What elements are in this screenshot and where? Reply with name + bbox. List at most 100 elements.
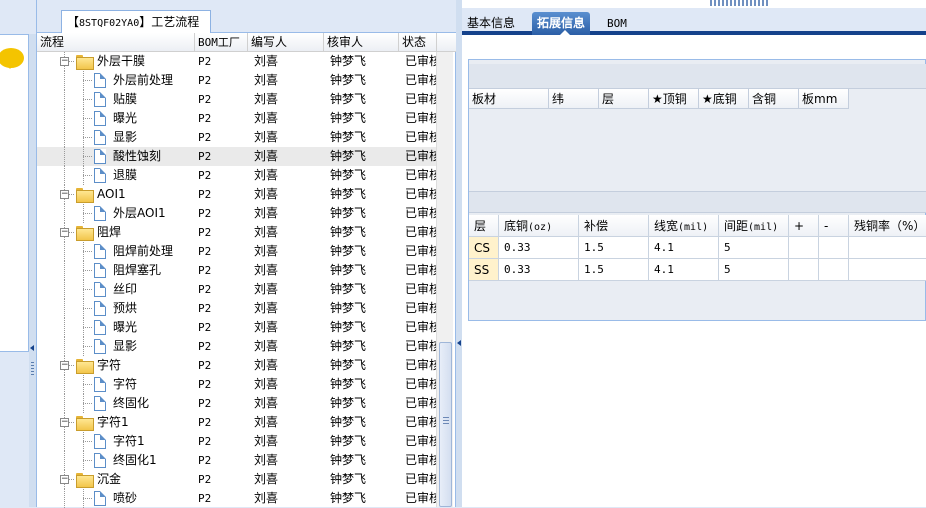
board-col-thickness[interactable]: 板mm	[799, 89, 849, 109]
copper-cell[interactable]: CS	[469, 237, 499, 259]
col-header-reviewer[interactable]: 核审人	[324, 33, 399, 52]
copper-cell[interactable]	[819, 259, 849, 281]
tree-vertical-scrollbar[interactable]	[436, 52, 453, 507]
tree-cell-flow: 显影	[113, 130, 138, 144]
tree-row[interactable]: 显影 P2 刘喜 钟梦飞 已审核	[37, 128, 437, 147]
board-col-bottom-copper[interactable]: ★底铜	[699, 89, 749, 109]
collapse-right-arrow-icon[interactable]	[457, 340, 461, 346]
tree-cell-writer: 刘喜	[254, 358, 279, 372]
copper-cell[interactable]	[849, 259, 926, 281]
collapse-left-arrow-icon[interactable]	[30, 345, 34, 351]
tree-row[interactable]: 外层AOI1 P2 刘喜 钟梦飞 已审核	[37, 204, 437, 223]
tree-row[interactable]: 预烘 P2 刘喜 钟梦飞 已审核	[37, 299, 437, 318]
tree-cell-status: 已审核	[405, 206, 436, 220]
copper-cell[interactable]: 4.1	[649, 259, 719, 281]
tree-cell-status: 已审核	[405, 130, 436, 144]
tree-cell-bom-factory: P2	[198, 454, 212, 467]
copper-col-line-width-header[interactable]: 线宽(mil)	[649, 215, 719, 237]
col-header-bom-factory[interactable]: BOM工厂	[195, 33, 248, 52]
tree-row[interactable]: − 字符 P2 刘喜 钟梦飞 已审核	[37, 356, 437, 375]
left-splitter[interactable]	[29, 34, 36, 507]
collapse-toggle-icon[interactable]: −	[60, 475, 69, 484]
copper-col-layer-header[interactable]: 层	[469, 215, 499, 237]
col-header-status[interactable]: 状态	[399, 33, 437, 52]
tree-connector-line	[83, 346, 92, 347]
tree-row[interactable]: 字符 P2 刘喜 钟梦飞 已审核	[37, 375, 437, 394]
tree-cell-status: 已审核	[405, 377, 436, 391]
copper-cell[interactable]: 5	[719, 259, 789, 281]
copper-col-compensation-header[interactable]: 补偿	[579, 215, 649, 237]
board-col-layer[interactable]: 层	[599, 89, 649, 109]
tree-row[interactable]: 字符1 P2 刘喜 钟梦飞 已审核	[37, 432, 437, 451]
tree-row[interactable]: − 沉金 P2 刘喜 钟梦飞 已审核	[37, 470, 437, 489]
copper-cell[interactable]	[789, 237, 819, 259]
copper-cell[interactable]	[789, 259, 819, 281]
tree-cell-writer: 刘喜	[254, 149, 279, 163]
top-resize-handle-icon[interactable]	[710, 0, 770, 6]
collapse-toggle-icon[interactable]: −	[60, 418, 69, 427]
tab-extended-info[interactable]: 拓展信息	[532, 12, 591, 35]
copper-cell[interactable]: SS	[469, 259, 499, 281]
tree-cell-bom-factory: P2	[198, 359, 212, 372]
tree-row[interactable]: 外层前处理 P2 刘喜 钟梦飞 已审核	[37, 71, 437, 90]
copper-col-base-oz-header[interactable]: 底铜(oz)	[499, 215, 579, 237]
board-grid: 板材 纬 层 ★顶铜 ★底铜 含铜 板mm	[469, 89, 926, 191]
splitter-grip-icon[interactable]	[31, 362, 34, 376]
tree-row[interactable]: 曝光 P2 刘喜 钟梦飞 已审核	[37, 109, 437, 128]
collapse-toggle-icon[interactable]: −	[60, 190, 69, 199]
board-col-weft[interactable]: 纬	[549, 89, 599, 109]
copper-cell[interactable]: 0.33	[499, 237, 579, 259]
tree-row[interactable]: 阻焊塞孔 P2 刘喜 钟梦飞 已审核	[37, 261, 437, 280]
copper-cell[interactable]: 1.5	[579, 259, 649, 281]
tree-connector-line	[64, 299, 65, 318]
tree-row[interactable]: − 字符1 P2 刘喜 钟梦飞 已审核	[37, 413, 437, 432]
tree-row[interactable]: 阻焊前处理 P2 刘喜 钟梦飞 已审核	[37, 242, 437, 261]
copper-col-spacing-header[interactable]: 间距(mil)	[719, 215, 789, 237]
copper-col-plus-header[interactable]: +	[789, 215, 819, 237]
scrollbar-thumb[interactable]	[439, 342, 452, 507]
copper-col-minus-header[interactable]: -	[819, 215, 849, 237]
copper-cell[interactable]: 4.1	[649, 237, 719, 259]
tree-row[interactable]: 丝印 P2 刘喜 钟梦飞 已审核	[37, 280, 437, 299]
tree-cell-flow: 曝光	[113, 320, 138, 334]
board-col-copper-content[interactable]: 含铜	[749, 89, 799, 109]
col-header-flow[interactable]: 流程	[37, 33, 195, 52]
tree-connector-line	[64, 166, 65, 185]
tab-process-flow[interactable]: 【8STQF02YA0】工艺流程	[61, 10, 211, 33]
col-header-writer[interactable]: 编写人	[248, 33, 324, 52]
tree-connector-line	[83, 327, 92, 328]
copper-col-residual-ratio-header[interactable]: 残铜率（%）	[849, 215, 926, 237]
collapse-toggle-icon[interactable]: −	[60, 361, 69, 370]
tree-row[interactable]: 终固化 P2 刘喜 钟梦飞 已审核	[37, 394, 437, 413]
tab-bracket-open: 【	[67, 15, 80, 29]
collapse-toggle-icon[interactable]: −	[60, 228, 69, 237]
tree-row[interactable]: 曝光 P2 刘喜 钟梦飞 已审核	[37, 318, 437, 337]
tab-bom[interactable]: BOM	[602, 12, 632, 35]
copper-cell[interactable]	[849, 237, 926, 259]
copper-cell[interactable]	[819, 237, 849, 259]
tree-row[interactable]: 酸性蚀刻 P2 刘喜 钟梦飞 已审核	[37, 147, 437, 166]
copper-cell[interactable]: 0.33	[499, 259, 579, 281]
tree-row[interactable]: 喷砂 P2 刘喜 钟梦飞 已审核	[37, 489, 437, 508]
tree-row[interactable]: − AOI1 P2 刘喜 钟梦飞 已审核	[37, 185, 437, 204]
tree-cell-status: 已审核	[405, 453, 436, 467]
board-col-top-copper[interactable]: ★顶铜	[649, 89, 699, 109]
board-col-material[interactable]: 板材	[469, 89, 549, 109]
tree-cell-bom-factory: P2	[198, 245, 212, 258]
tree-cell-status: 已审核	[405, 54, 436, 68]
tree-row[interactable]: 显影 P2 刘喜 钟梦飞 已审核	[37, 337, 437, 356]
tree-cell-status: 已审核	[405, 225, 436, 239]
tree-row[interactable]: − 外层干膜 P2 刘喜 钟梦飞 已审核	[37, 52, 437, 71]
tree-row[interactable]: 贴膜 P2 刘喜 钟梦飞 已审核	[37, 90, 437, 109]
document-icon	[94, 301, 106, 316]
tree-row[interactable]: 退膜 P2 刘喜 钟梦飞 已审核	[37, 166, 437, 185]
tree-cell-reviewer: 钟梦飞	[330, 149, 367, 163]
copper-cell[interactable]: 1.5	[579, 237, 649, 259]
document-icon	[94, 149, 106, 164]
copper-cell[interactable]: 5	[719, 237, 789, 259]
tab-basic-info[interactable]: 基本信息	[462, 12, 520, 35]
tree-cell-flow: 外层AOI1	[113, 206, 166, 220]
collapse-toggle-icon[interactable]: −	[60, 57, 69, 66]
tree-row[interactable]: 终固化1 P2 刘喜 钟梦飞 已审核	[37, 451, 437, 470]
tree-row[interactable]: − 阻焊 P2 刘喜 钟梦飞 已审核	[37, 223, 437, 242]
